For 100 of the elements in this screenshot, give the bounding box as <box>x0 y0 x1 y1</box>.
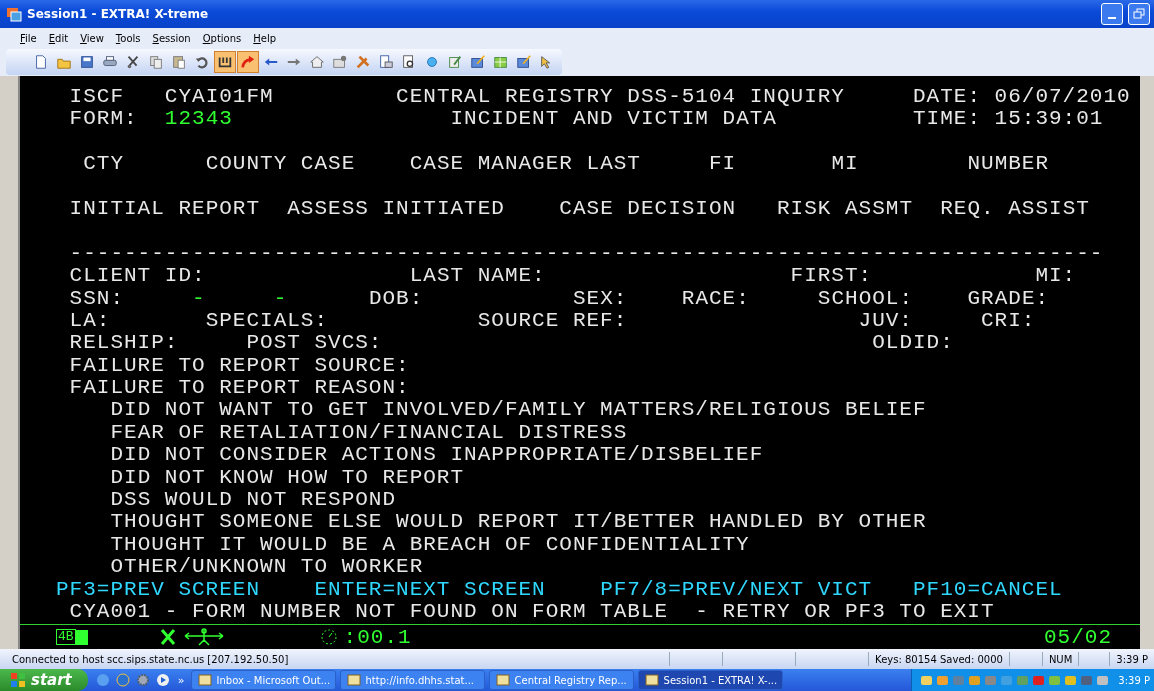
menu-item[interactable]: Tools <box>109 31 147 45</box>
screen-text: ISCF <box>69 85 125 108</box>
flag-icon <box>10 672 26 688</box>
screen-text: THOUGHT SOMEONE ELSE WOULD REPORT IT/BETTER HANDLED BY OTHER <box>110 510 927 534</box>
screen-text: CYAI01FM <box>164 85 274 108</box>
screen-text: DID NOT CONSIDER ACTIONS INAPPROPRIATE/DISBELIEF <box>110 443 764 467</box>
person-arrows-icon <box>183 628 224 646</box>
clipboard-icon <box>171 54 187 70</box>
toolbar-button[interactable] <box>214 51 236 73</box>
more-icon[interactable]: » <box>177 673 191 687</box>
document-icon <box>378 54 394 70</box>
screen-text: RACE: <box>681 286 750 310</box>
screen-text: LAST NAME: <box>409 264 546 288</box>
field-value: - <box>192 286 206 310</box>
function-key-hint: ENTER=NEXT SCREEN <box>314 577 546 601</box>
menu-item[interactable]: File <box>14 31 43 45</box>
menu-item[interactable]: Session <box>146 31 197 45</box>
taskbar-button[interactable]: Inbox - Microsoft Out... <box>190 670 336 690</box>
screen-text: JUV: <box>858 308 913 332</box>
screen-text: CYA001 - FORM NUMBER NOT FOUND ON FORM TABLE <box>69 600 669 623</box>
screen-text: FEAR OF RETALIATION/FINANCIAL DISTRESS <box>110 420 628 444</box>
screen-text: CLIENT ID: <box>69 264 206 288</box>
screen-text: SCHOOL: <box>817 286 914 310</box>
field-value: - <box>273 286 288 310</box>
screen-text: POST SVCS: <box>246 331 383 355</box>
screen-text: TIME: 15:39:01 <box>913 107 1104 131</box>
screen-text: INITIAL REPORT <box>69 196 261 220</box>
screen-text: RELSHIP: <box>69 331 179 355</box>
elapsed-time: :00.1 <box>343 625 412 649</box>
screen-text: ---------------------------------------------------------------------------- <box>69 241 1104 265</box>
screen-text: OLDID: <box>872 331 954 355</box>
window-icon <box>346 673 361 687</box>
screen-text: SPECIALS: <box>205 308 329 332</box>
screen-text: DATE: 06/07/2010 <box>913 85 1131 108</box>
screen-text: NUMBER <box>967 152 1050 176</box>
curved-arrow-icon <box>240 54 256 70</box>
screen-text: LA: <box>69 308 111 332</box>
menu-item[interactable]: Options <box>196 31 248 45</box>
window-icon <box>495 673 510 687</box>
screen-text: CTY <box>83 152 125 176</box>
window-icon <box>644 673 659 687</box>
num-lock-indicator: NUM <box>1041 652 1079 666</box>
status-time: 3:39 P <box>1109 652 1154 666</box>
function-key-hint: PF3=PREV SCREEN <box>56 577 261 601</box>
screen-text: SEX: <box>572 286 628 310</box>
screen-text: SSN: <box>69 286 125 310</box>
restore-button[interactable] <box>1128 3 1150 25</box>
field-value: 12343 <box>164 107 233 131</box>
screen-text: CASE MANAGER LAST <box>409 152 641 176</box>
taskbar-button[interactable]: http://info.dhhs.stat... <box>339 670 485 690</box>
play-icon[interactable] <box>155 673 170 687</box>
screen-text: COUNTY CASE <box>205 152 356 176</box>
taskbar-button[interactable]: Session1 - EXTRA! X-... <box>637 670 783 690</box>
minimize-icon <box>1108 17 1116 19</box>
screen-text: DSS WOULD NOT RESPOND <box>110 488 397 512</box>
screen-text: INCIDENT AND VICTIM DATA <box>450 107 777 131</box>
function-key-hint: PF7/8=PREV/NEXT VICT <box>600 577 873 601</box>
grid-icon <box>493 54 509 70</box>
screen-text: MI <box>831 152 859 176</box>
screen-text: REQ. ASSIST <box>940 196 1090 220</box>
screen-text: GRADE: <box>967 286 1050 310</box>
screen-text: ASSESS INITIATED <box>287 196 505 220</box>
x-mark-icon <box>159 628 176 646</box>
terminal-app-icon <box>6 6 22 22</box>
screen-text: DID NOT WANT TO GET INVOLVED/FAMILY MATTERS/RELIGIOUS BELIEF <box>110 398 927 422</box>
menu-item[interactable]: View <box>74 31 110 45</box>
minimize-button[interactable] <box>1101 3 1123 25</box>
screen-text: FAILURE TO REPORT SOURCE: <box>69 353 410 377</box>
pencil-pad-icon <box>470 54 486 70</box>
screen-text: MI: <box>1035 264 1077 288</box>
screen-text: FAILURE TO REPORT REASON: <box>69 376 410 400</box>
screen-text: THOUGHT IT WOULD BE A BREACH OF CONFIDENTIALITY <box>110 532 750 556</box>
cursor-position: 05/02 <box>1044 625 1112 649</box>
function-key-hint: PF10=CANCEL <box>913 577 1063 601</box>
clock: 3:39 P <box>1117 674 1150 686</box>
screen-text: OTHER/UNKNOWN TO WORKER <box>110 555 424 579</box>
pencil-icon <box>447 54 463 70</box>
screen-text: FI <box>708 152 737 176</box>
screen-text: CASE DECISION <box>559 196 737 220</box>
pencil-pad-icon <box>516 54 532 70</box>
restore-icon <box>1133 8 1145 20</box>
home-icon <box>309 54 325 70</box>
screen-text: - RETRY OR PF3 TO EXIT <box>695 600 995 623</box>
taskbar-button[interactable]: Central Registry Rep... <box>488 670 634 690</box>
menu-item[interactable]: Help <box>247 31 283 45</box>
page-icon <box>33 54 49 70</box>
screen-text: RISK ASSMT <box>776 196 913 220</box>
undo-icon <box>194 54 210 70</box>
screen-text: DOB: <box>368 286 424 310</box>
key-count: Keys: 80154 Saved: 0000 <box>868 652 1009 666</box>
screen-text: FORM: <box>69 107 138 131</box>
screen-text: CENTRAL REGISTRY DSS-5104 INQUIRY <box>396 85 845 108</box>
screen-text: SOURCE REF: <box>477 308 628 332</box>
circle-icon <box>424 54 440 70</box>
folder-icon <box>332 54 348 70</box>
connection-status: Connected to host scc.sips.state.nc.us [207.192.50.50] <box>12 653 290 665</box>
session-indicator: 4B <box>56 629 76 645</box>
pages-icon <box>148 54 164 70</box>
window-title: Session1 - EXTRA! X-treme <box>27 7 210 21</box>
menu-item[interactable]: Edit <box>42 31 75 45</box>
